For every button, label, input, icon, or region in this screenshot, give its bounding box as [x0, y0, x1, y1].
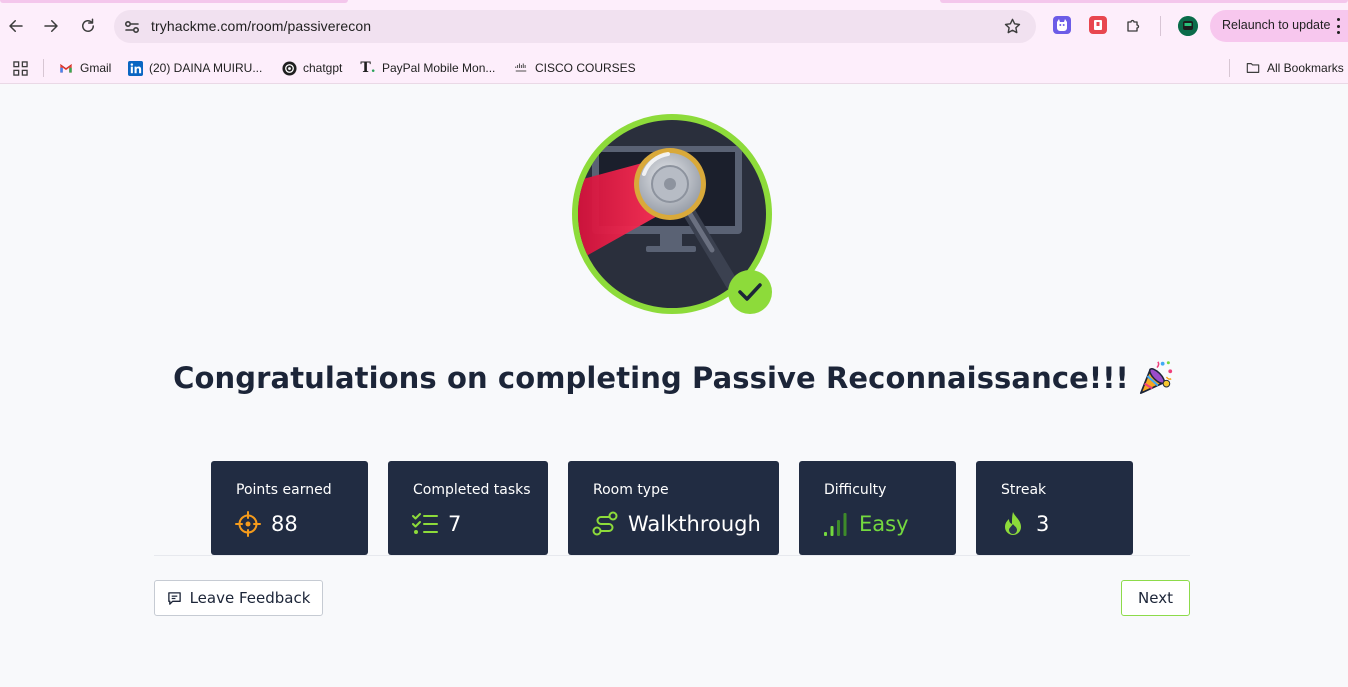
check-circle-icon: [728, 270, 772, 314]
stat-label: Points earned: [236, 482, 332, 498]
next-button[interactable]: Next: [1121, 580, 1190, 616]
bookmarks-divider: [43, 59, 44, 77]
cisco-icon: [513, 60, 529, 76]
browser-menu-icon[interactable]: [1336, 18, 1340, 34]
stat-label: Completed tasks: [413, 482, 531, 498]
apps-grid-icon: [12, 60, 28, 76]
relaunch-label: Relaunch to update: [1222, 18, 1331, 32]
content-divider: [154, 555, 1190, 556]
leave-feedback-button[interactable]: Leave Feedback: [154, 580, 323, 616]
passive-recon-room-icon: [572, 114, 772, 314]
signal-bars-icon: [824, 513, 847, 536]
back-button[interactable]: [3, 13, 29, 39]
relaunch-to-update-button[interactable]: Relaunch to update: [1210, 10, 1348, 42]
bookmark-linkedin[interactable]: (20) DAINA MUIRU...: [127, 52, 262, 84]
gmail-icon: [58, 60, 74, 76]
extensions-puzzle-icon[interactable]: [1125, 16, 1143, 34]
bookmark-label: CISCO COURSES: [535, 61, 636, 75]
stat-value-points: 88: [271, 512, 298, 536]
stat-card-difficulty: Difficulty Easy: [799, 461, 956, 555]
site-settings-icon[interactable]: [122, 17, 142, 37]
bookmark-label: (20) DAINA MUIRU...: [149, 61, 263, 75]
stat-card-room-type: Room type Walkthrough: [568, 461, 779, 555]
route-icon: [592, 511, 618, 536]
feedback-message-icon: [167, 591, 181, 605]
reload-button[interactable]: [75, 13, 101, 39]
arrow-left-icon: [9, 20, 23, 32]
target-icon: [235, 511, 261, 537]
stat-card-streak: Streak 3: [976, 461, 1133, 555]
stat-card-completed-tasks: Completed tasks 7: [388, 461, 548, 555]
stat-value-difficulty: Easy: [859, 512, 909, 536]
apps-button[interactable]: [12, 52, 34, 84]
stat-value-streak: 3: [1036, 512, 1050, 536]
bookmark-star-icon[interactable]: [1003, 17, 1022, 36]
flame-icon: [1005, 512, 1021, 535]
t-logo-icon: T.: [360, 60, 376, 76]
url-text[interactable]: tryhackme.com/room/passiverecon: [151, 18, 371, 34]
bookmarks-divider: [1229, 59, 1230, 77]
address-bar[interactable]: tryhackme.com/room/passiverecon: [114, 10, 1036, 43]
all-bookmarks-button[interactable]: All Bookmarks: [1245, 52, 1344, 84]
tab-strip: [940, 0, 1348, 3]
reload-icon: [82, 18, 94, 32]
stat-label: Streak: [1001, 482, 1047, 498]
bookmark-gmail[interactable]: Gmail: [58, 52, 111, 84]
next-label: Next: [1138, 589, 1173, 607]
bookmark-cisco-courses[interactable]: CISCO COURSES: [513, 52, 636, 84]
bookmark-label: PayPal Mobile Mon...: [382, 61, 496, 75]
completion-headline: Congratulations on completing Passive Re…: [0, 358, 1348, 396]
stat-card-points: Points earned 88: [211, 461, 368, 555]
browser-toolbar: tryhackme.com/room/passiverecon Relaunch…: [0, 0, 1348, 52]
bookmark-label: chatgpt: [303, 61, 343, 75]
tab-strip: [0, 0, 348, 3]
leave-feedback-label: Leave Feedback: [189, 589, 311, 607]
bookmark-paypal-mobile[interactable]: T. PayPal Mobile Mon...: [360, 52, 495, 84]
checklist-icon: [412, 513, 438, 534]
profile-avatar-icon[interactable]: [1178, 16, 1198, 36]
stat-value-tasks: 7: [448, 512, 462, 536]
arrow-right-icon: [44, 20, 58, 32]
party-popper-icon: [1139, 361, 1173, 395]
headline-text: Congratulations on completing Passive Re…: [173, 361, 1129, 395]
forward-button[interactable]: [38, 13, 64, 39]
stat-label: Difficulty: [824, 482, 887, 498]
all-bookmarks-label: All Bookmarks: [1267, 61, 1344, 75]
bookmarks-bar: Gmail (20) DAINA MUIRU... chatgpt T. Pay…: [0, 52, 1348, 84]
toolbar-divider: [1160, 16, 1161, 36]
bookmark-label: Gmail: [80, 61, 112, 75]
linkedin-icon: [127, 60, 143, 76]
stat-label: Room type: [593, 482, 669, 498]
room-completed-badge: [572, 114, 772, 314]
bookmark-chatgpt[interactable]: chatgpt: [281, 52, 342, 84]
folder-icon: [1245, 60, 1261, 76]
extension-p-icon[interactable]: [1089, 16, 1107, 34]
openai-icon: [281, 60, 297, 76]
extension-cat-icon[interactable]: [1053, 16, 1071, 34]
stat-value-room-type: Walkthrough: [628, 512, 761, 536]
